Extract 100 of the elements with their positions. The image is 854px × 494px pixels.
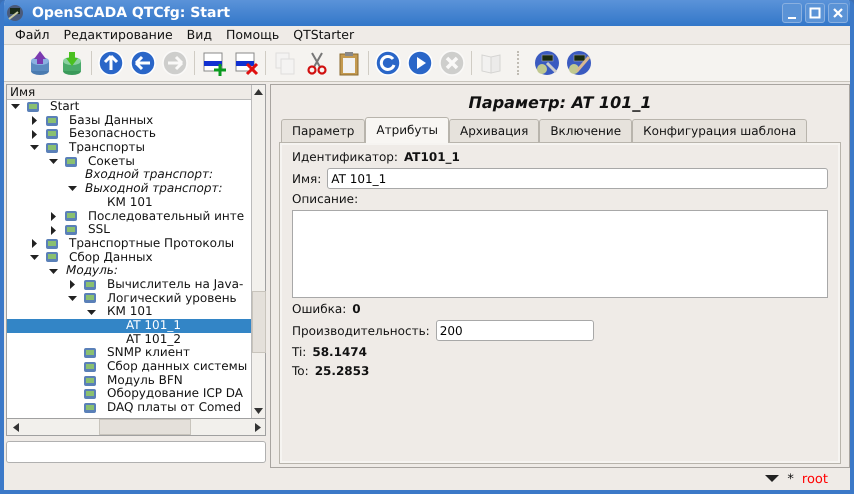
left-icon xyxy=(129,49,157,77)
tree-item-label: AT 101_1 xyxy=(125,319,181,333)
tree-item-label: Последовательный инте xyxy=(87,210,244,224)
tree-item-label: Вычислитель на Java- xyxy=(106,278,244,292)
expand-arrow-icon[interactable] xyxy=(30,130,39,139)
tree-item-label: Сбор данных системы xyxy=(106,360,248,374)
tree-item[interactable]: Модуль: xyxy=(7,264,251,278)
collapse-arrow-icon[interactable] xyxy=(68,184,77,194)
tree-item[interactable]: Вычислитель на Java- xyxy=(7,278,251,292)
maximize-icon xyxy=(809,7,821,19)
input-field[interactable]: 200 xyxy=(436,320,594,341)
tree-item[interactable]: AT 101_1 xyxy=(7,319,251,333)
tree-item-label: Оборудование ICP DA xyxy=(106,387,244,402)
tree-item[interactable]: Start xyxy=(7,100,251,114)
node-icon xyxy=(83,400,97,415)
close-button[interactable] xyxy=(828,3,848,23)
horizontal-scrollbar[interactable] xyxy=(6,418,266,436)
tab[interactable]: Параметр xyxy=(281,119,366,142)
expand-arrow-icon[interactable] xyxy=(49,226,58,235)
scroll-up-arrow-icon[interactable] xyxy=(254,89,263,95)
tree-item-label: Модуль BFN xyxy=(106,374,183,388)
node-icon xyxy=(83,346,97,360)
scroll-down-arrow-icon[interactable] xyxy=(254,408,263,414)
tree-item[interactable]: Транспорты xyxy=(7,141,251,155)
expand-arrow-icon[interactable] xyxy=(49,212,58,221)
minimize-button[interactable] xyxy=(782,3,802,23)
node-icon xyxy=(64,154,78,169)
collapse-arrow-icon[interactable] xyxy=(49,157,58,166)
field-value: 25.2853 xyxy=(314,364,370,378)
menu-item[interactable]: QTStarter xyxy=(288,27,364,44)
tree-item[interactable]: Сокеты xyxy=(7,154,251,168)
expand-arrow-icon[interactable] xyxy=(30,239,39,248)
menu-item[interactable]: Редактирование xyxy=(58,27,182,44)
tree-item[interactable]: SNMP клиент xyxy=(7,346,251,360)
page-title: Параметр: AT 101_1 xyxy=(468,92,652,114)
tree-item[interactable]: AT 101_2 xyxy=(7,332,251,346)
tree-item[interactable]: Сбор данных системы xyxy=(7,360,251,374)
scroll-thumb[interactable] xyxy=(99,419,191,435)
tab[interactable]: Архивация xyxy=(448,119,540,142)
tab[interactable]: Конфигурация шаблона xyxy=(632,119,808,142)
tab[interactable]: Включение xyxy=(539,119,632,142)
menu-item[interactable]: Файл xyxy=(10,27,59,44)
node-icon xyxy=(45,250,59,264)
input-field[interactable] xyxy=(6,441,266,463)
node-icon xyxy=(45,114,59,128)
tree-item[interactable]: DAQ платы от Comed xyxy=(7,401,251,415)
node-icon xyxy=(64,223,78,238)
collapse-arrow-icon[interactable] xyxy=(30,143,39,152)
field-label: Производительность: xyxy=(292,324,430,338)
scroll-left-arrow-icon[interactable] xyxy=(13,422,19,432)
tree-item[interactable]: Входной транспорт: xyxy=(7,168,251,182)
app-icon xyxy=(6,4,24,22)
tree-item[interactable]: КМ 101 xyxy=(7,305,251,319)
up-icon xyxy=(97,49,125,77)
node-icon xyxy=(45,236,59,251)
node-icon xyxy=(83,291,97,306)
menu-item[interactable]: Вид xyxy=(182,27,221,44)
expand-arrow-icon[interactable] xyxy=(30,116,39,126)
tab[interactable]: Атрибуты xyxy=(365,117,449,143)
menu-item[interactable]: Помощь xyxy=(220,27,288,44)
play-icon xyxy=(406,49,434,77)
maximize-button[interactable] xyxy=(805,3,825,23)
tree-item[interactable]: Сбор Данных xyxy=(7,250,251,264)
tree-item-label: DAQ платы от Comed xyxy=(106,401,241,415)
field-value: AT101_1 xyxy=(404,150,460,164)
column-header[interactable]: Имя xyxy=(7,85,251,100)
tree-item-label: Транспортные Протоколы xyxy=(68,236,234,251)
tree-item[interactable]: Модуль BFN xyxy=(7,374,251,388)
tree-item-label: КМ 101 xyxy=(106,196,153,210)
tree-item[interactable]: Последовательный инте xyxy=(7,210,251,224)
tree-item[interactable]: Выходной транспорт: xyxy=(7,182,251,196)
collapse-arrow-icon[interactable] xyxy=(87,308,96,317)
collapse-arrow-icon[interactable] xyxy=(30,252,39,262)
tree-item[interactable]: SSL xyxy=(7,223,251,237)
expand-arrow-icon[interactable] xyxy=(68,280,77,290)
tree-item[interactable]: Безопасность xyxy=(7,127,251,142)
tree-item-label: Транспорты xyxy=(68,141,146,155)
tree-item-label: AT 101_2 xyxy=(125,332,181,346)
vertical-scrollbar[interactable] xyxy=(251,85,265,418)
tree-item[interactable]: Оборудование ICP DA xyxy=(7,387,251,402)
tree-item-label: Модуль: xyxy=(65,264,118,278)
scroll-thumb[interactable] xyxy=(252,290,266,352)
node-icon xyxy=(83,360,97,374)
tree-item-label: SNMP клиент xyxy=(106,346,190,360)
input-field[interactable]: AT 101_1 xyxy=(327,168,828,189)
collapse-arrow-icon[interactable] xyxy=(49,266,58,276)
collapse-arrow-icon[interactable] xyxy=(68,294,77,303)
tree-item[interactable]: Базы Данных xyxy=(7,114,251,128)
tree-item[interactable]: Транспортные Протоколы xyxy=(7,236,251,251)
collapse-arrow-icon[interactable] xyxy=(11,102,20,112)
node-icon xyxy=(83,374,97,388)
scroll-right-arrow-icon[interactable] xyxy=(255,422,261,432)
dropdown-arrow-icon[interactable] xyxy=(765,475,780,483)
field-label: Имя: xyxy=(292,172,322,186)
window-title: OpenSCADA QTCfg: Start xyxy=(32,5,232,21)
field-label: Ti: xyxy=(292,345,306,359)
tree-item[interactable]: Логический уровень xyxy=(7,292,251,306)
tree-item[interactable]: КМ 101 xyxy=(7,196,251,210)
tree-item-label: Входной транспорт: xyxy=(84,168,214,182)
node-icon xyxy=(83,387,97,402)
